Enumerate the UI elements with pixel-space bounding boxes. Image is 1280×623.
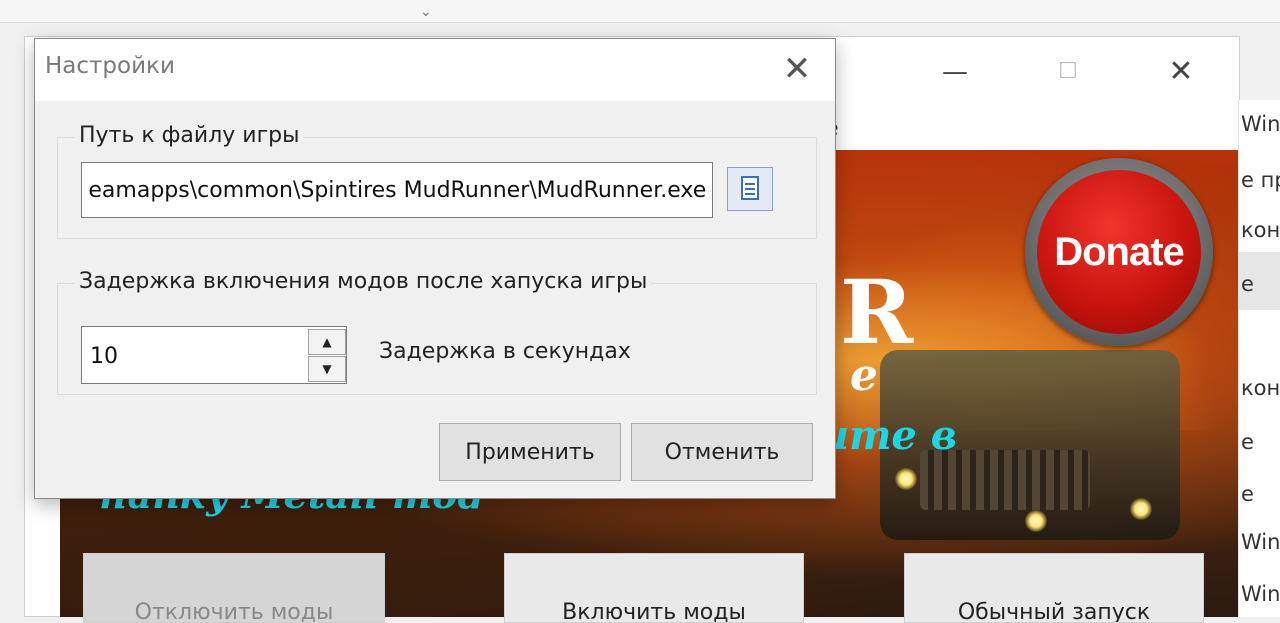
maximize-icon[interactable]: ☐ (1048, 55, 1088, 89)
banner-logo-sub-fragment: e (850, 350, 878, 401)
right-panel-item[interactable]: е (1241, 482, 1254, 506)
right-panel: Win е пр кон е кон е е Win Win (1238, 100, 1280, 617)
donate-button[interactable]: Donate (1025, 158, 1213, 346)
delay-stepper: ▲ ▼ (81, 326, 347, 385)
dialog-title: Настройки (45, 53, 175, 79)
right-panel-item[interactable]: Win (1241, 530, 1280, 554)
right-panel-item[interactable]: е пр (1241, 168, 1280, 192)
minimize-icon[interactable]: — (935, 55, 975, 89)
donate-label: Donate (1037, 170, 1201, 334)
browse-file-button[interactable] (727, 167, 773, 211)
background-top-strip: ⌄ (0, 0, 1280, 23)
banner-logo-fragment: R (840, 260, 914, 364)
right-panel-item[interactable]: е (1241, 272, 1254, 296)
right-panel-item[interactable]: кон (1241, 218, 1280, 242)
spin-down-icon[interactable]: ▼ (308, 356, 346, 382)
banner-truck-grill (920, 450, 1090, 510)
right-panel-item[interactable]: е (1241, 430, 1254, 454)
delay-caption: Задержка в секундах (379, 339, 631, 364)
spin-up-icon[interactable]: ▲ (308, 329, 346, 355)
delay-label: Задержка включения модов после хапуска и… (75, 269, 652, 294)
browse-file-icon (741, 176, 759, 200)
right-panel-item[interactable]: кон (1241, 376, 1280, 400)
disable-mods-button[interactable]: Отключить моды (83, 553, 385, 623)
chevron-down-icon: ⌄ (420, 4, 432, 20)
normal-launch-button[interactable]: Обычный запуск (904, 553, 1204, 623)
right-panel-item[interactable]: Win (1241, 582, 1280, 606)
enable-mods-button[interactable]: Включить моды (504, 553, 804, 623)
dialog-titlebar: Настройки ✕ (35, 39, 835, 101)
close-icon[interactable]: ✕ (1161, 55, 1201, 89)
cancel-button[interactable]: Отменить (631, 423, 813, 481)
close-icon[interactable]: ✕ (777, 49, 817, 89)
banner-headlight (1025, 510, 1047, 532)
game-path-label: Путь к файлу игры (75, 123, 304, 148)
right-panel-item[interactable]: Win (1241, 112, 1280, 136)
banner-text-line-1: ите в (820, 412, 958, 459)
settings-dialog: Настройки ✕ Путь к файлу игры Задержка в… (34, 38, 836, 499)
banner-headlight (895, 468, 917, 490)
game-path-input[interactable] (81, 162, 713, 218)
banner-headlight (1130, 498, 1152, 520)
apply-button[interactable]: Применить (439, 423, 621, 481)
delay-input[interactable] (88, 327, 292, 385)
